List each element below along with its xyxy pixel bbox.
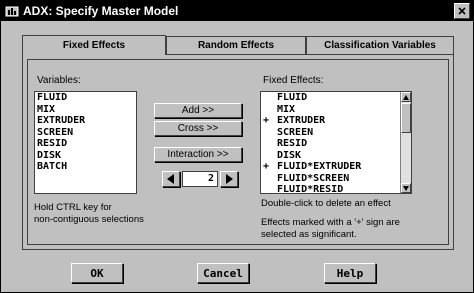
list-item[interactable]: FLUID*SCREEN [261, 173, 411, 185]
triangle-down-icon [403, 185, 409, 191]
list-item[interactable]: FLUID [35, 92, 136, 104]
tab-label: Fixed Effects [62, 40, 126, 51]
title-bar[interactable]: ADX: Specify Master Model [1, 1, 473, 21]
ctrl-hint: Hold CTRL key for non-contiguous selecti… [34, 202, 144, 226]
list-item[interactable]: BATCH [35, 161, 136, 173]
list-item[interactable]: SCREEN [35, 127, 136, 139]
tab-label: Classification Variables [324, 40, 436, 51]
decrement-button[interactable] [162, 171, 180, 187]
list-item[interactable]: FLUID*RESID [261, 184, 411, 196]
effect-name: SCREEN [277, 126, 314, 138]
tab-random-effects[interactable]: Random Effects [166, 36, 306, 54]
list-item[interactable]: SCREEN [261, 127, 411, 139]
delete-hint: Double-click to delete an effect [261, 198, 391, 209]
list-item[interactable]: DISK [35, 150, 136, 162]
tab-label: Random Effects [197, 40, 275, 51]
cross-button[interactable]: Cross >> [154, 121, 242, 136]
app-icon [5, 6, 19, 17]
vertical-scrollbar[interactable] [400, 92, 411, 193]
effect-name: MIX [277, 103, 296, 115]
effect-name: FLUID*RESID [277, 184, 344, 195]
increment-button[interactable] [220, 171, 238, 187]
list-item[interactable]: FLUID [261, 92, 411, 104]
variables-listbox[interactable]: FLUID MIX EXTRUDER SCREEN RESID DISK BAT… [34, 91, 137, 194]
interaction-button[interactable]: Interaction >> [154, 147, 242, 162]
close-icon [458, 7, 466, 15]
list-item[interactable]: + FLUID*EXTRUDER [261, 161, 411, 173]
tab-classification-variables[interactable]: Classification Variables [306, 36, 454, 54]
interaction-button-label: Interaction >> [167, 149, 229, 160]
scroll-down-button[interactable] [401, 183, 411, 193]
close-button[interactable] [454, 3, 470, 19]
ctrl-hint-line: non-contiguous selections [34, 214, 144, 225]
interaction-order-field[interactable]: 2 [182, 171, 218, 187]
significance-mark: + [263, 161, 270, 172]
effect-name: FLUID*EXTRUDER [277, 161, 362, 172]
effect-name: EXTRUDER [277, 115, 326, 126]
list-item[interactable]: DISK [261, 150, 411, 162]
cancel-button[interactable]: Cancel [197, 263, 249, 283]
effect-name: FLUID [277, 92, 308, 103]
list-item[interactable]: MIX [261, 104, 411, 116]
list-item[interactable]: + EXTRUDER [261, 115, 411, 127]
significance-hint: Effects marked with a '+' sign are selec… [261, 217, 400, 241]
help-button-label: Help [336, 266, 364, 280]
triangle-left-icon [167, 174, 174, 184]
fixed-effects-listbox[interactable]: FLUID MIX + EXTRUDER SCREEN RESID DISK + F… [260, 91, 412, 196]
list-item[interactable]: RESID [35, 138, 136, 150]
significance-hint-line: selected as significant. [261, 229, 357, 240]
scroll-thumb[interactable] [401, 103, 411, 133]
variables-label: Variables: [37, 75, 81, 86]
ok-button-label: OK [90, 266, 104, 280]
ctrl-hint-line: Hold CTRL key for [34, 202, 112, 213]
list-item[interactable]: EXTRUDER [35, 115, 136, 127]
triangle-right-icon [226, 174, 233, 184]
cross-button-label: Cross >> [177, 123, 219, 134]
add-button-label: Add >> [181, 105, 215, 116]
tab-fixed-effects[interactable]: Fixed Effects [22, 35, 166, 55]
fixed-effects-label: Fixed Effects: [263, 75, 324, 86]
significance-hint-line: Effects marked with a '+' sign are [261, 217, 400, 228]
list-item[interactable]: MIX [35, 104, 136, 116]
list-item[interactable]: RESID [261, 138, 411, 150]
add-button[interactable]: Add >> [154, 103, 242, 118]
dialog-window: ADX: Specify Master Model Fixed Effects … [0, 0, 474, 293]
window-title: ADX: Specify Master Model [23, 4, 179, 18]
effect-name: DISK [277, 149, 302, 161]
triangle-up-icon [403, 94, 409, 100]
effect-name: RESID [277, 138, 308, 149]
scroll-up-button[interactable] [401, 92, 411, 102]
significance-mark: + [263, 115, 270, 126]
ok-button[interactable]: OK [71, 263, 123, 283]
cancel-button-label: Cancel [203, 266, 243, 280]
help-button[interactable]: Help [324, 263, 376, 283]
effect-name: FLUID*SCREEN [277, 172, 350, 184]
